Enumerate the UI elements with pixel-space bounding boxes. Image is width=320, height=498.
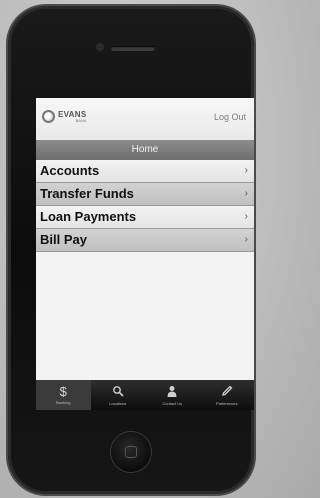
menu-item-accounts[interactable]: Accounts › (36, 160, 254, 183)
home-button[interactable] (111, 432, 151, 472)
logo-subtitle: BANK (75, 117, 87, 123)
chevron-right-icon: › (244, 211, 248, 222)
front-camera (96, 43, 104, 51)
app-header: EVANS BANK Log Out (36, 98, 254, 140)
menu-item-label: Bill Pay (40, 232, 87, 247)
person-icon (166, 385, 178, 400)
menu-item-label: Accounts (40, 163, 100, 178)
page-title: Home (36, 140, 254, 160)
logout-button[interactable]: Log Out (214, 112, 246, 122)
pen-icon (221, 385, 233, 400)
chevron-right-icon: › (244, 234, 248, 245)
tab-label: Banking (56, 400, 71, 405)
tab-banking[interactable]: $ Banking (36, 380, 91, 410)
tab-label: Contact Us (162, 400, 183, 406)
tab-contact-us[interactable]: Contact Us (145, 380, 200, 410)
chevron-right-icon: › (244, 165, 248, 176)
chevron-right-icon: › (244, 188, 248, 199)
menu-item-loan-payments[interactable]: Loan Payments › (36, 206, 254, 229)
menu-item-label: Loan Payments (40, 209, 137, 224)
earpiece-speaker (111, 46, 155, 51)
logo-mark-icon (42, 110, 55, 123)
menu-item-label: Transfer Funds (40, 186, 134, 201)
dollar-icon: $ (59, 384, 67, 399)
home-square-icon (125, 446, 137, 458)
search-icon (112, 385, 124, 400)
phone-frame: EVANS BANK Log Out Home Accounts › Trans… (8, 6, 254, 494)
menu-item-bill-pay[interactable]: Bill Pay › (36, 229, 254, 252)
app-screen: EVANS BANK Log Out Home Accounts › Trans… (36, 98, 254, 410)
menu-item-transfer-funds[interactable]: Transfer Funds › (36, 183, 254, 206)
tab-label: Locations (109, 400, 127, 406)
tab-bar: $ Banking Locations Contact Us Preferenc… (36, 380, 254, 410)
tab-preferences[interactable]: Preferences (200, 380, 255, 410)
main-menu: Accounts › Transfer Funds › Loan Payment… (36, 160, 254, 252)
bank-logo: EVANS BANK (42, 110, 86, 123)
tab-locations[interactable]: Locations (91, 380, 146, 410)
tab-label: Preferences (215, 400, 238, 406)
